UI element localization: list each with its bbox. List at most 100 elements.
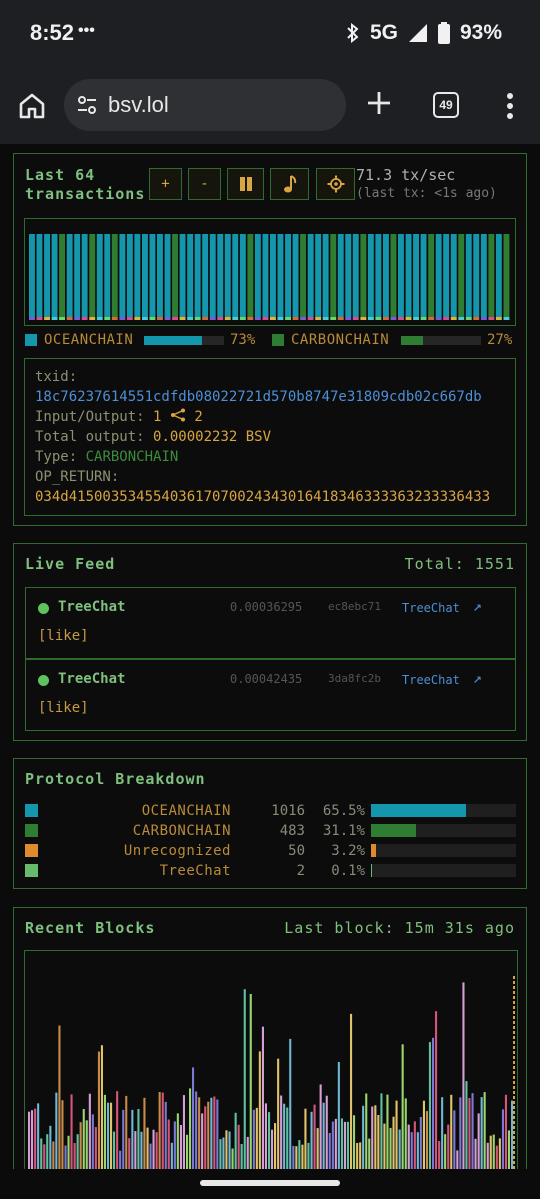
txid-link[interactable]: 18c76237614551cdfdb08022721d570b8747e318… xyxy=(35,389,482,405)
tx-bar[interactable] xyxy=(81,234,88,317)
tx-bar[interactable] xyxy=(59,234,65,317)
increase-button[interactable]: + xyxy=(149,168,182,200)
tx-bar[interactable] xyxy=(413,234,419,317)
tx-bar[interactable] xyxy=(443,234,450,317)
tx-bar[interactable] xyxy=(104,234,111,317)
tx-bar[interactable] xyxy=(383,234,389,317)
tx-bar[interactable] xyxy=(465,234,472,317)
tx-bar[interactable] xyxy=(390,234,397,317)
tx-bar[interactable] xyxy=(270,234,276,317)
tx-bar[interactable] xyxy=(157,234,163,317)
tx-bar[interactable] xyxy=(277,234,284,317)
tx-bar[interactable] xyxy=(209,234,216,317)
tx-bar[interactable] xyxy=(187,234,194,317)
tx-bar[interactable] xyxy=(36,234,43,317)
tx-bar[interactable] xyxy=(337,234,344,317)
block-bar xyxy=(125,1095,128,1170)
tx-bar[interactable] xyxy=(307,234,314,317)
external-link-icon[interactable]: ↗ xyxy=(473,597,482,615)
tx-bar[interactable] xyxy=(458,234,465,317)
block-bar xyxy=(492,1134,495,1170)
tx-bar[interactable] xyxy=(96,234,103,317)
clock: 8:52 xyxy=(30,20,75,45)
tab-switcher-button[interactable]: 49 xyxy=(433,92,459,118)
tx-bar[interactable] xyxy=(126,234,133,317)
tx-bar[interactable] xyxy=(473,234,480,317)
tx-bar[interactable] xyxy=(111,234,118,317)
tx-bar[interactable] xyxy=(262,234,269,317)
new-tab-icon[interactable] xyxy=(364,88,394,118)
tx-bar[interactable] xyxy=(254,234,261,317)
tx-bar[interactable] xyxy=(420,234,427,317)
feed-hash[interactable]: ec8ebc71 xyxy=(328,600,381,613)
tx-bar[interactable] xyxy=(503,234,510,317)
feed-item[interactable]: TreeChat 0.00036295 ec8ebc71 TreeChat ↗ … xyxy=(25,587,516,659)
tx-bar-accent xyxy=(300,317,306,320)
tx-bar[interactable] xyxy=(164,234,171,317)
tx-bar[interactable] xyxy=(149,234,156,317)
tx-bar[interactable] xyxy=(480,234,487,317)
block-bar xyxy=(511,1100,514,1170)
tx-bar[interactable] xyxy=(194,234,201,317)
tx-bar[interactable] xyxy=(322,234,329,317)
url-text[interactable]: bsv.lol xyxy=(108,92,169,118)
tx-bar[interactable] xyxy=(239,234,246,317)
tx-bar[interactable] xyxy=(375,234,382,317)
home-icon[interactable] xyxy=(16,90,48,122)
tx-bar[interactable] xyxy=(292,234,299,317)
tx-bar[interactable] xyxy=(495,234,502,317)
overflow-menu-icon[interactable] xyxy=(500,90,520,122)
block-bar xyxy=(353,1115,356,1170)
feed-app-link[interactable]: TreeChat xyxy=(402,601,460,615)
external-link-icon[interactable]: ↗ xyxy=(473,669,482,687)
address-bar[interactable]: bsv.lol xyxy=(64,79,346,131)
tx-bar[interactable] xyxy=(66,234,73,317)
tx-bar[interactable] xyxy=(315,234,322,317)
tx-bar[interactable] xyxy=(300,234,306,317)
settings-button[interactable] xyxy=(316,168,355,200)
block-bar xyxy=(195,1091,198,1170)
tx-bar[interactable] xyxy=(217,234,224,317)
pause-button[interactable] xyxy=(227,168,264,200)
feed-hash[interactable]: 3da8fc2b xyxy=(328,672,381,685)
tx-bar[interactable] xyxy=(202,234,209,317)
tx-bar-accent xyxy=(285,317,291,320)
gesture-home-indicator[interactable] xyxy=(200,1180,340,1186)
tx-bar[interactable] xyxy=(179,234,186,317)
tx-bar[interactable] xyxy=(74,234,81,317)
tx-bar[interactable] xyxy=(89,234,96,317)
site-settings-icon[interactable] xyxy=(76,94,98,116)
tx-bar[interactable] xyxy=(360,234,367,317)
block-bar xyxy=(307,1142,310,1170)
tx-bar[interactable] xyxy=(119,234,126,317)
tx-bar[interactable] xyxy=(352,234,359,317)
tx-bar[interactable] xyxy=(247,234,254,317)
tx-bar[interactable] xyxy=(367,234,374,317)
tx-bar[interactable] xyxy=(398,234,404,317)
tx-bar[interactable] xyxy=(428,234,435,317)
tx-bar[interactable] xyxy=(345,234,352,317)
tx-bar[interactable] xyxy=(142,234,148,317)
tx-bar-accent xyxy=(179,317,186,320)
tx-bar[interactable] xyxy=(330,234,337,317)
tx-bar[interactable] xyxy=(405,234,412,317)
tx-bar-accent xyxy=(224,317,231,320)
tx-bar[interactable] xyxy=(29,234,35,317)
notification-dots: ••• xyxy=(78,22,95,39)
feed-app-link[interactable]: TreeChat xyxy=(402,673,460,687)
tx-bar[interactable] xyxy=(44,234,50,317)
tx-bar[interactable] xyxy=(450,234,457,317)
tx-bar[interactable] xyxy=(134,234,141,317)
decrease-button[interactable]: - xyxy=(188,168,221,200)
tx-bar[interactable] xyxy=(232,234,239,317)
tx-bar[interactable] xyxy=(224,234,231,317)
tx-bar[interactable] xyxy=(51,234,58,317)
tx-bar[interactable] xyxy=(172,234,178,317)
feed-item[interactable]: TreeChat 0.00042435 3da8fc2b TreeChat ↗ … xyxy=(25,659,516,731)
block-bar xyxy=(79,1122,82,1170)
tx-bar[interactable] xyxy=(435,234,442,317)
tx-bar[interactable] xyxy=(285,234,291,317)
tx-bar-accent xyxy=(51,317,58,320)
tx-bar[interactable] xyxy=(488,234,495,317)
sound-button[interactable] xyxy=(270,168,309,200)
